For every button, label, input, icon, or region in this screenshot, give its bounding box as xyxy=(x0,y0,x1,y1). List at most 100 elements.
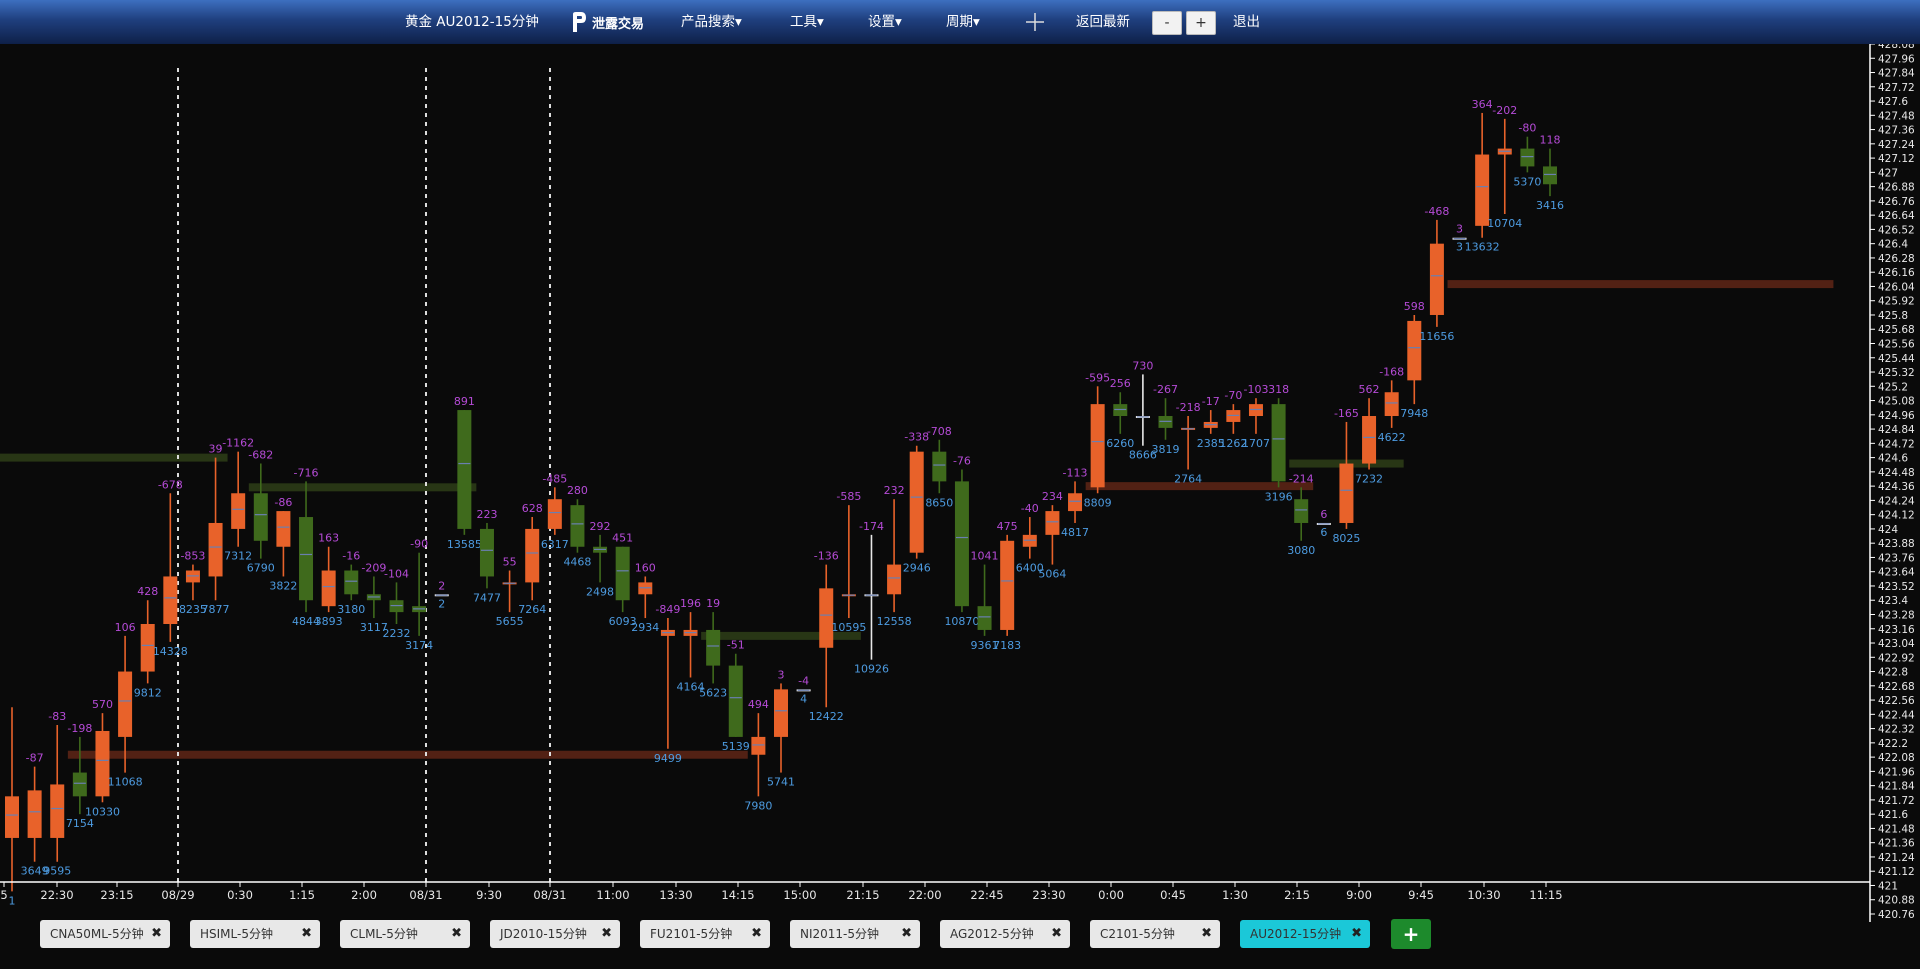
candle-body[interactable] xyxy=(1384,392,1399,417)
tab-cna50ml[interactable]: CNA50ML-5分钟 ✖ xyxy=(40,920,170,948)
candle-body[interactable] xyxy=(321,570,336,607)
close-icon[interactable]: ✖ xyxy=(1051,920,1062,948)
tab-clml[interactable]: CLML-5分钟 ✖ xyxy=(340,920,470,948)
price-axis-label: 421.72 xyxy=(1878,795,1915,807)
candle-body[interactable] xyxy=(751,736,766,755)
candle-body[interactable] xyxy=(1543,166,1557,185)
price-axis-label: 422.8 xyxy=(1878,667,1908,679)
close-icon[interactable]: ✖ xyxy=(901,920,912,948)
close-icon[interactable]: ✖ xyxy=(301,920,312,948)
volume-label: 12422 xyxy=(809,710,844,723)
tab-jd2010[interactable]: JD2010-15分钟 ✖ xyxy=(490,920,620,948)
candle-body[interactable] xyxy=(977,606,992,630)
candle-body[interactable] xyxy=(1362,416,1377,464)
price-axis-label: 423.16 xyxy=(1878,624,1915,636)
close-icon[interactable]: ✖ xyxy=(1351,920,1362,948)
candle-body[interactable] xyxy=(1520,148,1535,167)
crosshair-icon[interactable] xyxy=(1025,12,1045,32)
candle-body[interactable] xyxy=(208,522,223,577)
volume-label: 1707 xyxy=(1242,437,1270,450)
volume-label: 11656 xyxy=(1419,330,1454,343)
volume-label: 7154 xyxy=(66,817,94,830)
candle-body[interactable] xyxy=(231,493,246,529)
candle-body[interactable] xyxy=(253,493,268,541)
candle-body[interactable] xyxy=(27,790,42,838)
candle-body[interactable] xyxy=(457,410,472,529)
candle-body[interactable] xyxy=(50,784,65,838)
tab-label: C2101-5分钟 xyxy=(1100,927,1175,941)
volume-label: 3819 xyxy=(1152,443,1180,456)
tab-label: AU2012-15分钟 xyxy=(1250,927,1342,941)
candle-body[interactable] xyxy=(1000,540,1015,630)
candle-body[interactable] xyxy=(615,546,630,601)
price-axis-label: 424.12 xyxy=(1878,510,1915,522)
candle-body[interactable] xyxy=(728,665,743,737)
volume-label: 9812 xyxy=(134,686,162,699)
delta-label: 730 xyxy=(1132,359,1153,372)
candle-body[interactable] xyxy=(1475,154,1490,226)
candle-body[interactable] xyxy=(909,451,924,553)
price-axis-label: 424.96 xyxy=(1878,410,1915,422)
candle-body[interactable] xyxy=(5,796,19,838)
time-axis-label: 23:30 xyxy=(1032,888,1065,902)
close-icon[interactable]: ✖ xyxy=(1201,920,1212,948)
candle-body[interactable] xyxy=(774,689,788,737)
delta-label: 280 xyxy=(567,484,588,497)
close-icon[interactable]: ✖ xyxy=(451,920,462,948)
candle-body[interactable] xyxy=(706,629,721,666)
delta-label: 223 xyxy=(476,508,497,521)
volume-label: 14328 xyxy=(153,645,188,658)
candle-body[interactable] xyxy=(299,517,314,601)
volume-label: 6317 xyxy=(541,538,569,551)
tab-ni2011[interactable]: NI2011-5分钟 ✖ xyxy=(790,920,920,948)
candle-body[interactable] xyxy=(547,499,562,529)
candle-body[interactable] xyxy=(570,505,585,547)
price-axis-label: 423.4 xyxy=(1878,595,1908,607)
brand-logo: 泄露交易 xyxy=(570,9,644,35)
menu-product-search[interactable]: 产品搜索▾ xyxy=(681,0,742,44)
candle-body[interactable] xyxy=(479,528,494,577)
candle-body[interactable] xyxy=(1090,404,1105,488)
close-icon[interactable]: ✖ xyxy=(751,920,762,948)
tab-fu2101[interactable]: FU2101-5分钟 ✖ xyxy=(640,920,770,948)
candle-body[interactable] xyxy=(1068,493,1083,512)
tab-ag2012[interactable]: AG2012-5分钟 ✖ xyxy=(940,920,1070,948)
candle-body[interactable] xyxy=(163,576,178,624)
candle-body[interactable] xyxy=(72,772,87,797)
candle-body[interactable] xyxy=(819,588,834,648)
return-latest-button[interactable]: 返回最新 xyxy=(1076,0,1130,44)
tab-c2101[interactable]: C2101-5分钟 ✖ xyxy=(1090,920,1220,948)
menu-tools[interactable]: 工具▾ xyxy=(790,0,824,44)
candle-body[interactable] xyxy=(344,570,359,595)
close-icon[interactable]: ✖ xyxy=(151,920,162,948)
add-tab-button[interactable]: + xyxy=(1391,919,1431,949)
close-icon[interactable]: ✖ xyxy=(601,920,612,948)
price-axis-label: 427.96 xyxy=(1878,53,1915,65)
price-axis-label: 425.08 xyxy=(1878,396,1915,408)
price-axis-label: 424.6 xyxy=(1878,453,1908,465)
candle-body[interactable] xyxy=(118,671,133,737)
menu-settings[interactable]: 设置▾ xyxy=(868,0,902,44)
candle-body[interactable] xyxy=(887,564,902,595)
time-axis-label: 9:00 xyxy=(1346,888,1372,902)
candle-body[interactable] xyxy=(1339,463,1354,523)
exit-button[interactable]: 退出 xyxy=(1233,0,1260,44)
candle-body[interactable] xyxy=(1294,499,1309,523)
candle-body[interactable] xyxy=(1045,511,1060,535)
candle-body[interactable] xyxy=(1429,243,1444,315)
delta-label: 19 xyxy=(706,597,720,610)
tab-hsiml[interactable]: HSIML-5分钟 ✖ xyxy=(190,920,320,948)
time-axis-label: 08/31 xyxy=(409,888,442,902)
candle-body[interactable] xyxy=(932,451,947,482)
tab-au2012[interactable]: AU2012-15分钟 ✖ xyxy=(1240,920,1370,948)
candle-body[interactable] xyxy=(525,528,540,583)
candle-body[interactable] xyxy=(954,481,969,607)
delta-label: -90 xyxy=(410,538,428,551)
zoom-in-button[interactable]: + xyxy=(1186,11,1216,35)
candlestick-chart[interactable]: 1-873649-839595-198715457010330106110684… xyxy=(0,44,1920,940)
candle-body[interactable] xyxy=(276,511,291,547)
delta-label: -40 xyxy=(1021,502,1039,515)
zoom-out-button[interactable]: - xyxy=(1152,11,1182,35)
menu-period[interactable]: 周期▾ xyxy=(946,0,980,44)
candle-body[interactable] xyxy=(1271,404,1286,482)
